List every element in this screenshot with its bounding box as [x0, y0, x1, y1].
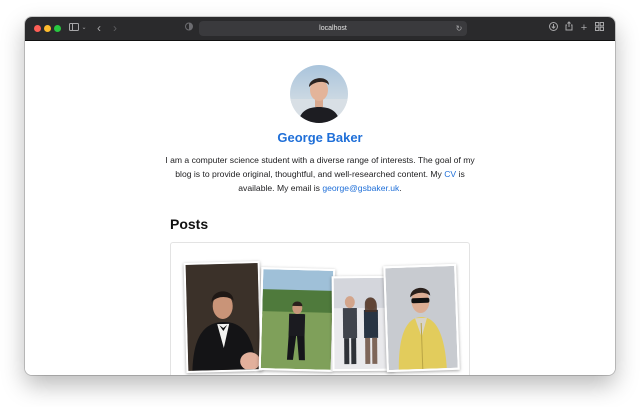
forward-icon[interactable]: › [109, 17, 121, 40]
download-icon[interactable] [547, 17, 559, 40]
minimize-window-button[interactable] [44, 25, 51, 32]
reload-icon[interactable]: ↻ [454, 17, 464, 40]
cv-link[interactable]: CV [444, 169, 456, 179]
post-photo-suit-garden [258, 267, 336, 372]
bio-text-end: . [399, 183, 402, 193]
bio-text: I am a computer science student with a d… [165, 155, 475, 179]
title-bar: ⌄ ‹ › localhost ↻ + [25, 17, 615, 41]
post-photo-yellow-jacket [383, 263, 460, 373]
url-text: localhost [319, 25, 347, 32]
chevron-down-icon[interactable]: ⌄ [80, 17, 88, 40]
browser-window: ⌄ ‹ › localhost ↻ + George Baker I am a … [25, 17, 615, 375]
back-icon[interactable]: ‹ [93, 17, 105, 40]
zoom-window-button[interactable] [54, 25, 61, 32]
email-link[interactable]: george@gsbaker.uk [322, 183, 399, 193]
tab-overview-icon[interactable] [593, 17, 605, 40]
privacy-shield-icon[interactable] [183, 17, 195, 40]
sidebar-toggle-icon[interactable] [67, 17, 81, 40]
posts-heading: Posts [170, 216, 209, 232]
post-card[interactable] [170, 242, 470, 375]
avatar [290, 65, 348, 123]
address-bar[interactable]: localhost ↻ [199, 21, 467, 36]
share-icon[interactable] [563, 17, 575, 40]
page-content: George Baker I am a computer science stu… [25, 41, 615, 375]
close-window-button[interactable] [34, 25, 41, 32]
profile-name[interactable]: George Baker [25, 130, 615, 145]
profile-bio: I am a computer science student with a d… [165, 153, 475, 195]
post-photo-tuxedo [183, 261, 263, 373]
new-tab-icon[interactable]: + [578, 17, 590, 40]
